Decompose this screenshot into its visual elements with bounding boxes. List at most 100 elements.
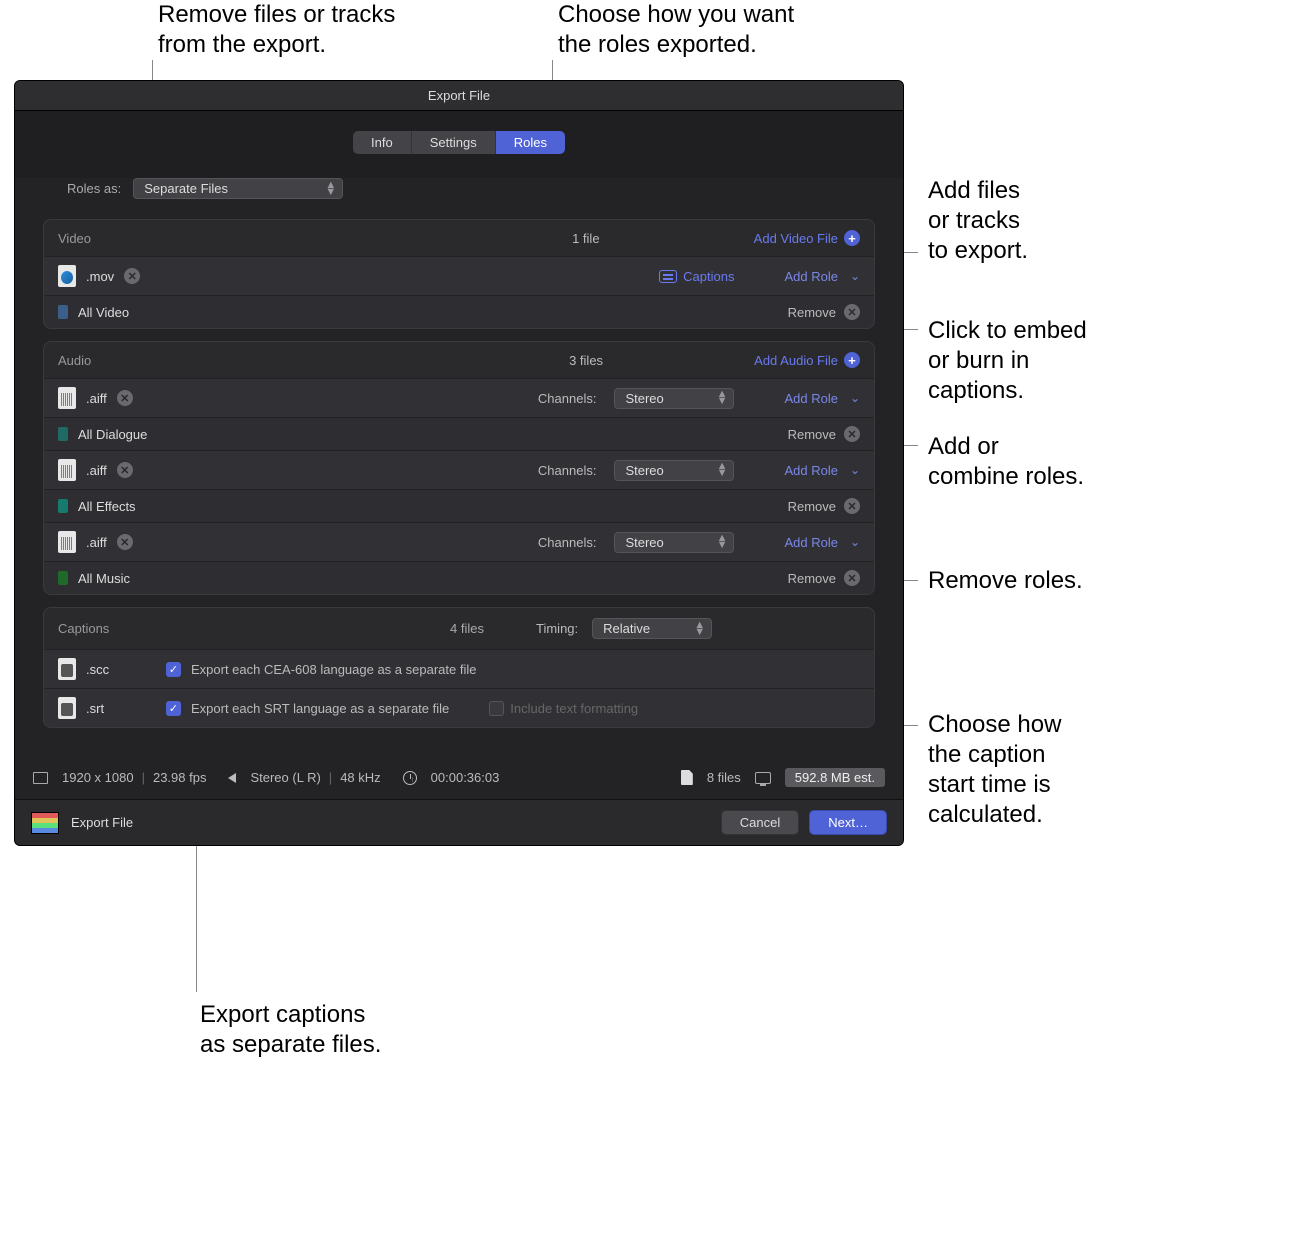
callout-captions: Click to embed or burn in captions. (928, 316, 1087, 406)
remove-audio-role-button[interactable]: Remove✕ (788, 498, 860, 514)
plus-icon: + (844, 230, 860, 246)
popup-stepper-icon: ▲▼ (325, 182, 336, 196)
remove-role-icon: ✕ (844, 570, 860, 586)
srt-checkbox-label: Export each SRT language as a separate f… (191, 701, 449, 716)
srt-file-icon (58, 697, 76, 719)
status-duration: 00:00:36:03 (431, 770, 500, 785)
srt-ext: .srt (86, 701, 156, 716)
remove-file-icon[interactable]: ✕ (117, 462, 133, 478)
video-role-name: All Video (78, 305, 129, 320)
mov-file-icon (58, 265, 76, 287)
add-audio-role-button[interactable]: Add Role⌄ (784, 463, 860, 478)
scc-checkbox-label: Export each CEA-608 language as a separa… (191, 662, 476, 677)
include-formatting-label: Include text formatting (510, 701, 638, 716)
timing-value: Relative (603, 621, 650, 636)
audio-file-ext: .aiff (86, 463, 107, 478)
clock-icon (403, 771, 417, 785)
add-audio-role-button[interactable]: Add Role⌄ (784, 391, 860, 406)
scc-ext: .scc (86, 662, 156, 677)
role-color-swatch (58, 427, 68, 441)
channels-popup[interactable]: Stereo▲▼ (614, 532, 734, 553)
remove-file-icon[interactable]: ✕ (124, 268, 140, 284)
audio-file-row: .aiff ✕ Channels: Stereo▲▼ Add Role⌄ (44, 450, 874, 489)
include-formatting-checkbox[interactable] (489, 701, 504, 716)
chevron-down-icon: ⌄ (850, 535, 860, 549)
frame-icon (33, 772, 48, 784)
audio-file-ext: .aiff (86, 535, 107, 550)
monitor-icon (755, 772, 771, 784)
status-size-estimate: 592.8 MB est. (785, 768, 885, 787)
callout-timing: Choose how the caption start time is cal… (928, 710, 1061, 830)
remove-audio-role-button[interactable]: Remove ✕ (788, 426, 860, 442)
timing-popup[interactable]: Relative ▲▼ (592, 618, 712, 639)
roles-as-popup[interactable]: Separate Files ▲▼ (133, 178, 343, 199)
scc-separate-checkbox[interactable]: ✓ (166, 662, 181, 677)
audio-file-row: .aiff✕Channels:Stereo▲▼Add Role⌄ (44, 522, 874, 561)
audio-role-row: All Dialogue Remove ✕ (44, 417, 874, 450)
audio-role-name: All Dialogue (78, 427, 147, 442)
audio-file-row: .aiff✕Channels:Stereo▲▼Add Role⌄ (44, 378, 874, 417)
roles-as-value: Separate Files (144, 181, 228, 196)
export-file-dialog: Export File Info Settings Roles Roles as… (14, 80, 904, 846)
audio-role-row: All Music Remove ✕ (44, 561, 874, 594)
channels-label: Channels: (538, 463, 597, 478)
captions-file-count: 4 files (412, 621, 522, 636)
channels-value: Stereo (625, 463, 663, 478)
remove-label: Remove (788, 305, 836, 320)
remove-file-icon[interactable]: ✕ (117, 390, 133, 406)
cancel-button[interactable]: Cancel (721, 810, 799, 835)
scc-file-icon (58, 658, 76, 680)
chevron-down-icon: ⌄ (850, 391, 860, 405)
role-color-swatch (58, 571, 68, 585)
timing-label: Timing: (536, 621, 578, 636)
popup-stepper-icon: ▲▼ (694, 622, 705, 636)
video-section: Video 1 file Add Video File + .mov ✕ Cap… (43, 219, 875, 329)
add-video-file-label: Add Video File (754, 231, 838, 246)
tab-roles[interactable]: Roles (495, 131, 565, 154)
status-fps: 23.98 fps (153, 770, 207, 785)
chevron-down-icon: ⌄ (850, 269, 860, 283)
add-role-label: Add Role (784, 463, 837, 478)
tab-settings[interactable]: Settings (411, 131, 495, 154)
audio-role-name: All Effects (78, 499, 136, 514)
audio-section-title: Audio (58, 353, 418, 368)
captions-button[interactable]: Captions (659, 269, 734, 284)
plus-icon: + (844, 352, 860, 368)
add-audio-role-button[interactable]: Add Role ⌄ (784, 535, 860, 550)
add-video-role-button[interactable]: Add Role ⌄ (784, 269, 860, 284)
remove-audio-role-button[interactable]: Remove ✕ (788, 570, 860, 586)
remove-role-icon: ✕ (844, 498, 860, 514)
callout-add-files: Add files or tracks to export. (928, 176, 1028, 266)
srt-separate-checkbox[interactable]: ✓ (166, 701, 181, 716)
next-button[interactable]: Next… (809, 810, 887, 835)
channels-value: Stereo (625, 391, 663, 406)
dialog-title: Export File (15, 81, 903, 111)
remove-label: Remove (788, 427, 836, 442)
remove-file-icon[interactable]: ✕ (117, 534, 133, 550)
aiff-file-icon (58, 531, 76, 553)
channels-value: Stereo (625, 535, 663, 550)
audio-role-name: All Music (78, 571, 130, 586)
status-bar: 1920 x 1080 | 23.98 fps Stereo (L R) | 4… (15, 756, 903, 799)
channels-popup[interactable]: Stereo▲▼ (614, 388, 734, 409)
add-video-file-button[interactable]: Add Video File + (754, 230, 860, 246)
callout-add-roles: Add or combine roles. (928, 432, 1084, 492)
captions-section: Captions 4 files Timing: Relative ▲▼ .sc… (43, 607, 875, 728)
document-icon (681, 770, 693, 785)
remove-video-role-button[interactable]: Remove ✕ (788, 304, 860, 320)
aiff-file-icon (58, 459, 76, 481)
remove-role-icon: ✕ (844, 426, 860, 442)
tab-info[interactable]: Info (353, 131, 411, 154)
status-file-count: 8 files (707, 770, 741, 785)
add-role-label: Add Role (784, 269, 837, 284)
callout-remove-roles: Remove roles. (928, 566, 1083, 596)
add-audio-file-button[interactable]: Add Audio File + (754, 352, 860, 368)
dialog-tabs: Info Settings Roles (15, 131, 903, 154)
remove-label: Remove (788, 571, 836, 586)
audio-section: Audio 3 files Add Audio File + .aiff✕Cha… (43, 341, 875, 595)
export-preset-icon (31, 812, 59, 834)
channels-popup[interactable]: Stereo▲▼ (614, 460, 734, 481)
callout-export-captions: Export captions as separate files. (200, 1000, 381, 1060)
add-audio-file-label: Add Audio File (754, 353, 838, 368)
add-role-label: Add Role (784, 535, 837, 550)
